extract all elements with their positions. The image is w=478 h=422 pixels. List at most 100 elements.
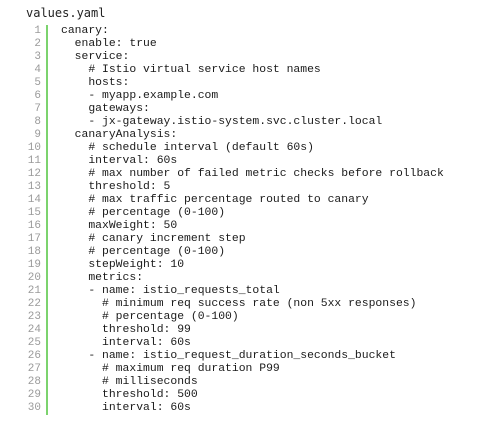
gutter-marker (46, 129, 48, 142)
gutter-marker (46, 142, 48, 155)
line-number: 12 (27, 168, 41, 180)
code-text: stepWeight: 10 (61, 259, 185, 271)
code-text: maxWeight: 50 (61, 220, 178, 232)
line-number: 18 (27, 246, 41, 258)
code-line: 5 hosts: (0, 77, 478, 90)
gutter-marker (46, 77, 48, 90)
line-number: 7 (34, 103, 41, 115)
line-number: 20 (27, 272, 41, 284)
code-text: # percentage (0-100) (61, 246, 226, 258)
code-line: 23 # percentage (0-100) (0, 311, 478, 324)
code-line: 29 threshold: 500 (0, 389, 478, 402)
code-line: 12 # max number of failed metric checks … (0, 168, 478, 181)
code-line: 3 service: (0, 51, 478, 64)
code-line: 25 interval: 60s (0, 337, 478, 350)
line-number: 16 (27, 220, 41, 232)
line-number: 9 (34, 129, 41, 141)
code-line: 21 - name: istio_requests_total (0, 285, 478, 298)
line-number: 11 (27, 155, 41, 167)
code-text: - jx-gateway.istio-system.svc.cluster.lo… (61, 116, 383, 128)
code-text: # milliseconds (61, 376, 198, 388)
code-line: 19 stepWeight: 10 (0, 259, 478, 272)
gutter-marker (46, 233, 48, 246)
line-number: 2 (34, 38, 41, 50)
line-number: 29 (27, 389, 41, 401)
code-line: 16 maxWeight: 50 (0, 220, 478, 233)
gutter-marker (46, 25, 48, 38)
gutter-marker (46, 220, 48, 233)
code-line: 20 metrics: (0, 272, 478, 285)
line-number: 6 (34, 90, 41, 102)
code-line: 13 threshold: 5 (0, 181, 478, 194)
code-text: # Istio virtual service host names (61, 64, 321, 76)
line-number: 5 (34, 77, 41, 89)
gutter-marker (46, 298, 48, 311)
gutter-marker (46, 194, 48, 207)
gutter-marker (46, 376, 48, 389)
code-line: 17 # canary increment step (0, 233, 478, 246)
gutter-marker (46, 363, 48, 376)
line-number: 15 (27, 207, 41, 219)
code-line: 28 # milliseconds (0, 376, 478, 389)
code-text: # minimum req success rate (non 5xx resp… (61, 298, 417, 310)
line-number: 24 (27, 324, 41, 336)
gutter-marker (46, 337, 48, 350)
code-line: 7 gateways: (0, 103, 478, 116)
line-number: 30 (27, 402, 41, 414)
gutter-marker (46, 324, 48, 337)
code-text: - name: istio_requests_total (61, 285, 280, 297)
code-text: hosts: (61, 77, 130, 89)
code-text: # maximum req duration P99 (61, 363, 280, 375)
code-text: threshold: 500 (61, 389, 198, 401)
line-number: 27 (27, 363, 41, 375)
code-line: 8 - jx-gateway.istio-system.svc.cluster.… (0, 116, 478, 129)
line-number: 17 (27, 233, 41, 245)
code-text: service: (61, 51, 130, 63)
code-line: 10 # schedule interval (default 60s) (0, 142, 478, 155)
code-line: 30 interval: 60s (0, 402, 478, 415)
gutter-marker (46, 181, 48, 194)
line-number: 25 (27, 337, 41, 349)
gutter-marker (46, 155, 48, 168)
code-text: interval: 60s (61, 155, 178, 167)
gutter-marker (46, 259, 48, 272)
code-line: 22 # minimum req success rate (non 5xx r… (0, 298, 478, 311)
line-number: 14 (27, 194, 41, 206)
code-text: threshold: 99 (61, 324, 191, 336)
line-number: 1 (34, 25, 41, 37)
line-number: 13 (27, 181, 41, 193)
line-number: 4 (34, 64, 41, 76)
gutter-marker (46, 350, 48, 363)
line-number: 3 (34, 51, 41, 63)
code-text: interval: 60s (61, 402, 191, 414)
gutter-marker (46, 116, 48, 129)
gutter-marker (46, 246, 48, 259)
code-text: gateways: (61, 103, 150, 115)
code-line: 4 # Istio virtual service host names (0, 64, 478, 77)
gutter-marker (46, 64, 48, 77)
gutter-marker (46, 311, 48, 324)
code-text: # percentage (0-100) (61, 207, 226, 219)
gutter-marker (46, 168, 48, 181)
code-line: 14 # max traffic percentage routed to ca… (0, 194, 478, 207)
code-line: 1 canary: (0, 25, 478, 38)
line-number: 23 (27, 311, 41, 323)
gutter-marker (46, 51, 48, 64)
file-title: values.yaml (26, 6, 106, 20)
code-line: 24 threshold: 99 (0, 324, 478, 337)
gutter-marker (46, 285, 48, 298)
code-text: # percentage (0-100) (61, 311, 239, 323)
code-text: # max traffic percentage routed to canar… (61, 194, 369, 206)
code-line: 26 - name: istio_request_duration_second… (0, 350, 478, 363)
gutter-marker (46, 272, 48, 285)
line-number: 28 (27, 376, 41, 388)
code-line: 15 # percentage (0-100) (0, 207, 478, 220)
code-text: # canary increment step (61, 233, 246, 245)
gutter-marker (46, 90, 48, 103)
gutter-marker (46, 207, 48, 220)
code-line: 9 canaryAnalysis: (0, 129, 478, 142)
code-line: 6 - myapp.example.com (0, 90, 478, 103)
code-text: - myapp.example.com (61, 90, 219, 102)
line-number: 26 (27, 350, 41, 362)
code-text: threshold: 5 (61, 181, 171, 193)
